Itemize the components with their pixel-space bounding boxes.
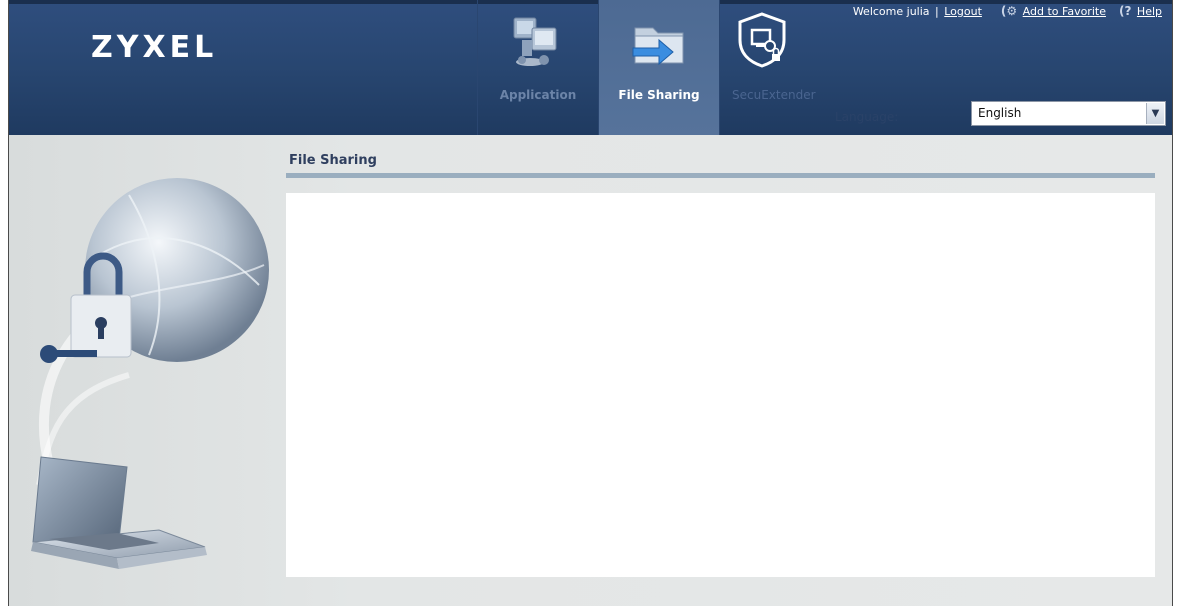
tab-application[interactable]: Application [477,0,598,135]
section-divider [286,173,1155,178]
language-label: Language: [835,110,899,124]
tab-secuextender-label: SecuExtender [732,88,816,102]
application-icon [513,17,557,66]
security-illustration [31,178,269,569]
main-content: File Sharing [9,135,1172,606]
language-selected-value: English [978,106,1022,120]
help-link[interactable]: Help [1137,5,1162,18]
portal-window: ZYXEL Application File Sharing SecuExten… [8,0,1173,606]
logout-link[interactable]: Logout [944,5,982,18]
tab-file-sharing[interactable]: File Sharing [598,0,719,135]
separator: | [935,5,939,18]
tab-secuextender[interactable]: SecuExtender [719,0,840,135]
file-sharing-panel [286,193,1155,577]
section-title: File Sharing [289,153,377,168]
welcome-text: Welcome julia [852,5,930,18]
favorite-pin-icon[interactable]: (⚙ [1001,4,1017,18]
user-topbar: Welcome julia | Logout (⚙ Add to Favorit… [853,4,1162,18]
help-icon[interactable]: (? [1119,4,1131,18]
chevron-down-icon[interactable]: ▼ [1146,103,1164,124]
file-sharing-icon [632,27,684,66]
tab-application-label: Application [499,88,577,102]
zyxel-logo: ZYXEL [91,30,218,65]
header-bar: ZYXEL Application File Sharing SecuExten… [9,0,1172,135]
add-to-favorite-link[interactable]: Add to Favorite [1023,5,1106,18]
secuextender-shield-icon [738,12,786,68]
language-select[interactable]: English ▼ [971,101,1166,126]
tab-file-sharing-label: File Sharing [618,88,700,102]
